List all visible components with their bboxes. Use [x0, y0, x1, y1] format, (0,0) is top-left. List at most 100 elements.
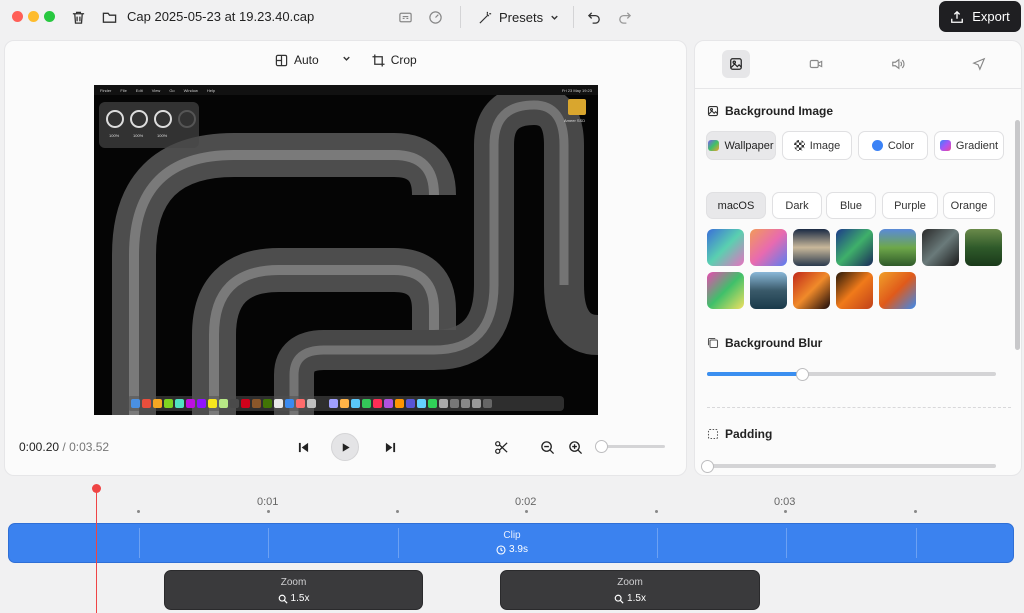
wallpaper-icon: [708, 140, 720, 151]
dock-app-icon: [472, 399, 481, 408]
maximize-window-button[interactable]: [44, 11, 55, 22]
timeline-zoom-knob[interactable]: [595, 440, 608, 453]
source-tab-gradient[interactable]: Gradient: [934, 131, 1004, 160]
tab-audio[interactable]: [884, 50, 912, 78]
theme-tab-dark[interactable]: Dark: [772, 192, 822, 219]
theme-tab-blue[interactable]: Blue: [826, 192, 876, 219]
zoom-segment[interactable]: Zoom 1.5x: [164, 570, 423, 610]
aspect-ratio-select[interactable]: Auto: [275, 53, 319, 67]
file-title: Cap 2025-05-23 at 19.23.40.cap: [127, 9, 315, 24]
tab-camera[interactable]: [802, 50, 830, 78]
zoom-out-icon[interactable]: [538, 438, 556, 456]
playhead-handle[interactable]: [92, 484, 101, 493]
source-tab-wallpaper[interactable]: Wallpaper: [706, 131, 776, 160]
wallpaper-thumbnail[interactable]: [750, 229, 787, 266]
dock-app-icon: [340, 399, 349, 408]
scissors-icon[interactable]: [492, 438, 510, 456]
crop-button[interactable]: Crop: [372, 53, 417, 67]
empty-slot-icon: [178, 110, 196, 128]
dock-app-icon: [362, 399, 371, 408]
dock-app-icon: [197, 399, 206, 408]
tick-dot: [137, 510, 140, 513]
wallpaper-thumbnail[interactable]: [965, 229, 1002, 266]
wallpaper-thumbnail[interactable]: [836, 229, 873, 266]
theme-tab-macos[interactable]: macOS: [706, 192, 766, 219]
wallpaper-thumbnail[interactable]: [836, 272, 873, 309]
wallpaper-thumbnail[interactable]: [879, 229, 916, 266]
checker-icon: [793, 140, 805, 151]
redo-icon[interactable]: [614, 7, 634, 27]
video-preview[interactable]: Finder File Edit View Go Window Help Fri…: [94, 85, 598, 415]
clip-track[interactable]: Clip 3.9s: [8, 523, 1014, 563]
zoom-segment-value: 1.5x: [501, 593, 759, 604]
menu-item: View: [151, 87, 161, 93]
dock-app-icon: [329, 399, 338, 408]
settings-scrollbar[interactable]: [1015, 120, 1020, 350]
source-tab-label: Image: [809, 139, 841, 152]
theme-tab-orange[interactable]: Orange: [943, 192, 995, 219]
battery-icon: [130, 110, 148, 128]
padding-slider[interactable]: [707, 464, 996, 468]
theme-tab-purple[interactable]: Purple: [882, 192, 938, 219]
tab-cursor[interactable]: [965, 50, 993, 78]
timeline-zoom-slider[interactable]: [603, 445, 665, 448]
source-tab-label: Gradient: [955, 139, 999, 152]
wallpaper-thumbnail[interactable]: [750, 272, 787, 309]
cursor-icon: [972, 57, 986, 71]
play-button[interactable]: [331, 433, 359, 461]
captions-icon[interactable]: [395, 7, 415, 27]
speed-gauge-icon[interactable]: [425, 7, 445, 27]
blur-slider-knob[interactable]: [796, 368, 810, 381]
minimize-window-button[interactable]: [28, 11, 39, 22]
control-center-widget: 100% 100% 100%: [99, 102, 199, 148]
time-readout: 0:00.20 / 0:03.52: [19, 440, 109, 454]
display-icon: [106, 110, 124, 128]
zoom-segment-value: 1.5x: [165, 593, 422, 604]
skip-back-icon[interactable]: [295, 439, 311, 455]
skip-forward-icon[interactable]: [382, 439, 398, 455]
source-tab-label: Wallpaper: [724, 139, 774, 152]
zoom-in-icon[interactable]: [566, 438, 584, 456]
zoom-segment-title: Zoom: [617, 577, 643, 588]
tab-background[interactable]: [722, 50, 750, 78]
wallpaper-thumbnail[interactable]: [922, 229, 959, 266]
trash-icon[interactable]: [68, 7, 88, 27]
menu-item: File: [120, 87, 127, 93]
padding-slider-knob[interactable]: [701, 460, 714, 473]
presets-button[interactable]: Presets: [478, 6, 560, 28]
wallpaper-thumbnail[interactable]: [793, 229, 830, 266]
wallpaper-thumbnail[interactable]: [707, 229, 744, 266]
title-bar: Cap 2025-05-23 at 19.23.40.cap Presets E…: [0, 0, 1024, 34]
timeline[interactable]: 0:01 0:02 0:03 Clip 3.9s Zoom 1.5x Zoom …: [0, 484, 1024, 613]
zoom-segment-title: Zoom: [280, 577, 307, 588]
dock-app-icon: [219, 399, 228, 408]
padding-heading: Padding: [707, 427, 772, 441]
dock-app-icon: [296, 399, 305, 408]
dock-app-icon: [439, 399, 448, 408]
padding-icon: [707, 428, 719, 440]
dock-app-icon: [186, 399, 195, 408]
wallpaper-thumbnail[interactable]: [793, 272, 830, 309]
wallpaper-thumbnail[interactable]: [707, 272, 744, 309]
chevron-down-icon[interactable]: [341, 53, 352, 67]
tick-dot: [267, 510, 270, 513]
dock-app-icon: [153, 399, 162, 408]
export-button[interactable]: Export: [939, 1, 1021, 32]
close-window-button[interactable]: [12, 11, 23, 22]
clock-icon: [496, 544, 506, 555]
source-tab-image[interactable]: Image: [782, 131, 852, 160]
play-icon: [342, 442, 350, 452]
undo-icon[interactable]: [584, 7, 604, 27]
widget-label: 100%: [157, 133, 168, 138]
menu-item: Help: [206, 87, 216, 93]
tick-dot: [784, 510, 787, 513]
tick-dot: [525, 510, 528, 513]
folder-icon[interactable]: [99, 7, 119, 27]
playhead-line[interactable]: [96, 489, 97, 613]
menu-item: Go: [169, 87, 175, 93]
zoom-segment[interactable]: Zoom 1.5x: [500, 570, 760, 610]
theme-tab-label: Purple: [894, 199, 926, 212]
source-tab-color[interactable]: Color: [858, 131, 928, 160]
wallpaper-thumbnail[interactable]: [879, 272, 916, 309]
widget-label: 100%: [133, 133, 144, 138]
